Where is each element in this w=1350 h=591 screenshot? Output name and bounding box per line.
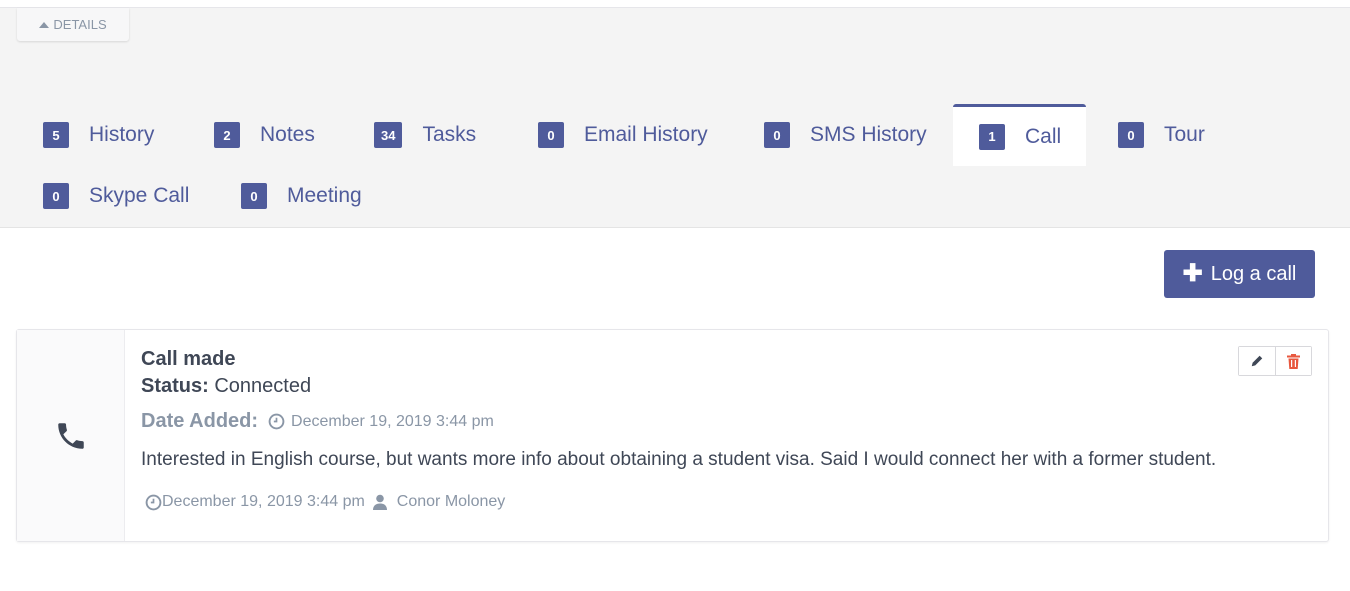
details-toggle-button[interactable]: DETAILS (17, 8, 129, 41)
call-status: Status: Connected (141, 375, 1312, 398)
tab-count-badge: 0 (241, 183, 267, 209)
trash-icon (1287, 353, 1300, 369)
tab-count-badge: 0 (1118, 122, 1144, 148)
tab-label: Tour (1164, 123, 1205, 146)
user-icon (372, 494, 387, 510)
date-added-row: Date Added: December 19, 2019 3:44 pm (141, 410, 1312, 433)
tab-label: Notes (260, 123, 315, 146)
call-type-column (17, 330, 125, 541)
clock-icon (268, 413, 285, 430)
tab-email-history[interactable]: 0 Email History (538, 105, 708, 165)
delete-button[interactable] (1275, 347, 1311, 375)
caret-up-icon (39, 21, 50, 28)
tab-count-badge: 34 (374, 122, 403, 148)
log-call-label: Log a call (1210, 262, 1297, 285)
tab-count-badge: 1 (979, 123, 1005, 150)
tab-label: Call (1025, 124, 1062, 148)
entry-actions (1238, 346, 1312, 376)
details-toggle-label: DETAILS (53, 17, 107, 32)
clock-icon (145, 494, 162, 510)
plus-icon: ✚ (1182, 260, 1203, 287)
tab-count-badge: 2 (214, 122, 240, 148)
date-added-value: December 19, 2019 3:44 pm (291, 412, 494, 430)
meta-date: December 19, 2019 3:44 pm (162, 493, 365, 510)
call-entry-card: Call made Status: Connected Date Added: … (16, 329, 1329, 542)
tab-tour[interactable]: 0 Tour (1118, 105, 1205, 165)
status-label: Status: (141, 375, 209, 397)
log-call-button[interactable]: ✚ Log a call (1164, 250, 1315, 298)
call-meta: December 19, 2019 3:44 pm Conor Moloney (141, 493, 1312, 511)
edit-button[interactable] (1239, 347, 1275, 375)
tab-count-badge: 0 (764, 122, 790, 148)
meta-user: Conor Moloney (396, 493, 506, 510)
tab-label: Skype Call (89, 184, 190, 207)
date-added-label: Date Added: (141, 410, 259, 432)
tab-meeting[interactable]: 0 Meeting (241, 166, 362, 226)
tab-count-badge: 0 (538, 122, 564, 148)
tab-notes[interactable]: 2 Notes (214, 105, 315, 165)
tab-count-badge: 5 (43, 122, 69, 148)
tab-tasks[interactable]: 34 Tasks (374, 105, 476, 165)
tab-skype-call[interactable]: 0 Skype Call (43, 166, 189, 226)
status-value: Connected (214, 375, 312, 397)
tab-label: Meeting (287, 184, 362, 207)
tab-label: SMS History (810, 123, 927, 146)
tab-count-badge: 0 (43, 183, 69, 209)
call-title: Call made (141, 348, 236, 370)
tab-history[interactable]: 5 History (43, 105, 154, 165)
call-description: Interested in English course, but wants … (141, 449, 1217, 470)
tab-label: History (89, 123, 155, 146)
tab-label: Tasks (422, 123, 477, 146)
tab-call[interactable]: 1 Call (953, 104, 1086, 166)
pencil-icon (1251, 355, 1263, 367)
top-bar (0, 0, 1350, 8)
phone-icon (57, 422, 84, 449)
tab-sms-history[interactable]: 0 SMS History (764, 105, 927, 165)
tab-label: Email History (584, 123, 708, 146)
